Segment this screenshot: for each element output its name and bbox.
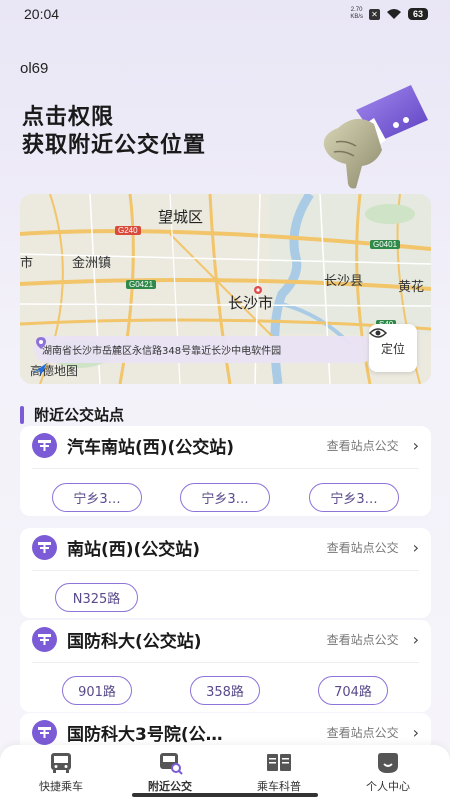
stop-name: 汽车南站(西)(公交站) — [67, 437, 235, 458]
bottom-nav: 快捷乘车 附近公交 乘车科普 个人中心 — [0, 745, 450, 800]
current-address-text: 湖南省长沙市岳麓区永信路348号靠近长沙中电软件园 — [42, 346, 282, 357]
route-pill[interactable]: 宁乡3… — [52, 483, 142, 512]
nav-label: 附近公交 — [148, 780, 192, 793]
stop-card-header[interactable]: 汽车南站(西)(公交站) 查看站点公交 › — [32, 426, 419, 464]
stop-card[interactable]: 国防科大(公交站) 查看站点公交 › 901路 358路 704路 — [20, 620, 431, 712]
section-title-text: 附近公交站点 — [34, 406, 125, 424]
app-code: ol69 — [20, 60, 49, 77]
nearby-stops-heading: 附近公交站点 — [20, 404, 124, 425]
divider — [32, 662, 419, 663]
see-stop-buses-link[interactable]: 查看站点公交 — [327, 539, 399, 556]
net-speed: 2.70 KB/s — [350, 7, 363, 21]
book-icon — [267, 754, 291, 771]
stop-name: 国防科大(公交站) — [67, 631, 202, 652]
location-pin-icon — [36, 337, 46, 349]
sim-off-icon: ✕ — [368, 8, 380, 20]
see-stop-buses-link[interactable]: 查看站点公交 — [327, 631, 399, 648]
nav-label: 乘车科普 — [257, 780, 301, 793]
bus-stop-icon — [32, 719, 57, 745]
chevron-right-icon[interactable]: › — [413, 538, 419, 557]
see-stop-buses-link[interactable]: 查看站点公交 — [327, 724, 399, 741]
map-label-jinzhou: 金洲镇 — [72, 256, 112, 271]
chevron-right-icon[interactable]: › — [413, 723, 419, 742]
wifi-icon — [386, 9, 401, 19]
pointing-hand-icon — [323, 85, 428, 189]
amap-logo: 高德地图 — [30, 362, 78, 379]
stop-name: 南站(西)(公交站) — [67, 539, 201, 560]
nav-nearby-bus[interactable]: 附近公交 — [125, 751, 215, 794]
route-pill[interactable]: 704路 — [318, 676, 388, 705]
home-indicator[interactable] — [132, 793, 318, 797]
map-view[interactable]: 望城区 金洲镇 市 长沙县 长沙市 黄花 G240 G0421 G0401 S4… — [20, 194, 431, 384]
map-label-changsha-city: 长沙市 — [228, 294, 274, 312]
locate-icon — [369, 328, 387, 338]
chevron-right-icon[interactable]: › — [413, 630, 419, 649]
status-bar: 20:04 2.70 KB/s ✕ 63 — [0, 0, 450, 30]
road-tag-g0401: G0401 — [370, 240, 401, 249]
stop-name: 国防科大3号院(公… — [67, 724, 223, 745]
map-label-edge: 市 — [20, 256, 34, 271]
amap-logo-icon — [31, 363, 47, 375]
section-accent-bar — [20, 405, 24, 424]
bus-stop-icon — [32, 626, 57, 652]
nav-label: 快捷乘车 — [39, 780, 83, 793]
battery-indicator: 63 — [407, 8, 428, 20]
divider — [32, 468, 419, 469]
stop-card-header[interactable]: 国防科大(公交站) 查看站点公交 › — [32, 620, 419, 658]
chevron-right-icon[interactable]: › — [413, 436, 419, 455]
nav-quick-ride[interactable]: 快捷乘车 — [16, 751, 106, 794]
permission-headline[interactable]: 点击权限 获取附近公交位置 — [22, 104, 206, 160]
bus-stop-icon — [32, 432, 57, 458]
stop-card-header[interactable]: 南站(西)(公交站) 查看站点公交 › — [32, 528, 419, 566]
stop-card[interactable]: 汽车南站(西)(公交站) 查看站点公交 › 宁乡3… 宁乡3… 宁乡3… — [20, 426, 431, 516]
road-tag-g0421: G0421 — [126, 280, 157, 289]
route-pill[interactable]: 358路 — [190, 676, 260, 705]
map-label-changsha-county: 长沙县 — [324, 274, 364, 289]
net-speed-unit: KB/s — [350, 14, 363, 20]
nav-personal-center[interactable]: 个人中心 — [343, 751, 433, 794]
route-pill[interactable]: 宁乡3… — [309, 483, 399, 512]
status-icons: 2.70 KB/s ✕ 63 — [350, 7, 428, 21]
route-pill[interactable]: N325路 — [55, 583, 138, 612]
divider — [32, 570, 419, 571]
map-label-huanghua: 黄花 — [398, 280, 425, 295]
bus-front-icon — [51, 753, 71, 773]
current-address-bar: 湖南省长沙市岳麓区永信路348号靠近长沙中电软件园 — [34, 336, 374, 363]
stop-card[interactable]: 南站(西)(公交站) 查看站点公交 › N325路 — [20, 528, 431, 618]
smile-icon — [378, 753, 398, 773]
net-speed-value: 2.70 — [350, 7, 363, 13]
locate-label: 定位 — [380, 341, 405, 356]
road-tag-g240: G240 — [115, 226, 141, 235]
status-time: 20:04 — [24, 6, 60, 22]
locate-button[interactable]: 定位 — [369, 324, 417, 372]
nav-ride-guide[interactable]: 乘车科普 — [234, 751, 324, 794]
map-label-wangcheng: 望城区 — [158, 208, 204, 226]
bus-search-icon — [160, 753, 183, 775]
headline-line-1: 点击权限 — [22, 105, 115, 130]
nav-label: 个人中心 — [366, 780, 410, 793]
see-stop-buses-link[interactable]: 查看站点公交 — [327, 437, 399, 454]
route-pill[interactable]: 901路 — [62, 676, 132, 705]
bus-stop-icon — [32, 534, 57, 560]
headline-line-2: 获取附近公交位置 — [22, 133, 207, 158]
route-pill[interactable]: 宁乡3… — [180, 483, 270, 512]
